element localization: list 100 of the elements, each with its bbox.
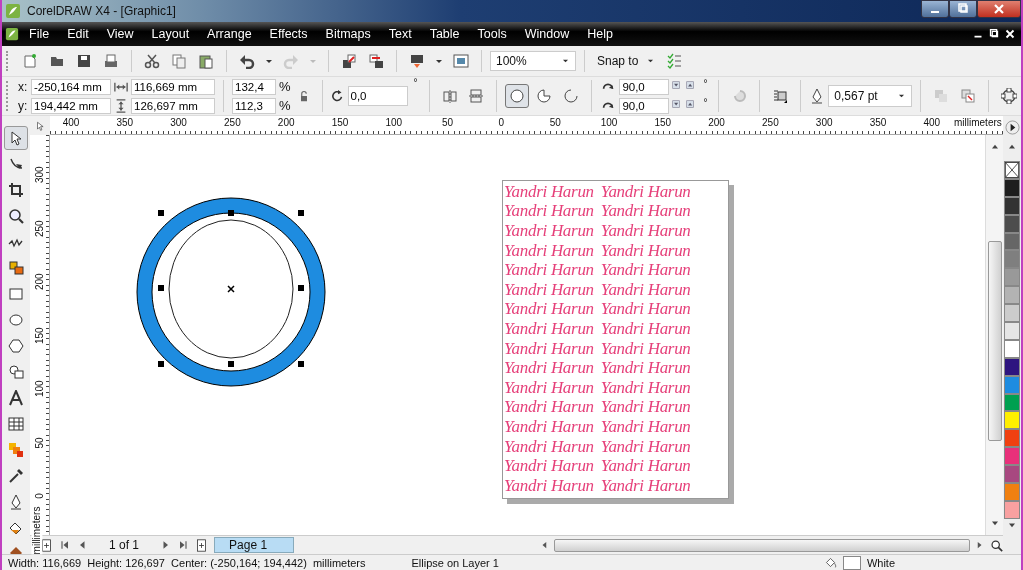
first-page-icon[interactable] xyxy=(59,539,71,551)
add-page-icon[interactable] xyxy=(195,538,209,552)
menu-item[interactable]: Help xyxy=(579,25,621,43)
close-button[interactable] xyxy=(977,0,1021,18)
ruler-label: 350 xyxy=(116,117,134,128)
pointer-icon[interactable] xyxy=(4,126,28,150)
selection-handle[interactable] xyxy=(228,210,234,216)
script-text: Yandri Harun xyxy=(504,358,594,379)
color-swatch[interactable] xyxy=(1004,286,1020,305)
selection-handle[interactable] xyxy=(298,285,304,291)
script-text: Yandri Harun xyxy=(600,318,691,339)
scale-x-field[interactable]: 132,4 xyxy=(232,78,276,95)
ruler-label: 300 xyxy=(815,117,833,128)
script-text: Yandri Harun xyxy=(504,436,594,457)
menu-item[interactable]: Arrange xyxy=(199,25,260,43)
minimize-button[interactable] xyxy=(921,0,949,18)
menu-item[interactable]: File xyxy=(21,25,58,43)
page-counter: 1 of 1 xyxy=(109,538,140,552)
flyout-icon[interactable] xyxy=(1004,120,1020,135)
ruler-label: 200 xyxy=(277,117,295,128)
selection-handle[interactable] xyxy=(158,210,164,216)
add-page-icon[interactable] xyxy=(40,538,53,552)
scroll-thumb[interactable] xyxy=(987,241,1002,441)
ruler-label: 0 xyxy=(33,492,45,501)
color-swatch[interactable] xyxy=(1004,411,1020,430)
color-swatch[interactable] xyxy=(1004,465,1020,484)
ruler-label: 400 xyxy=(62,117,80,128)
menu-item[interactable]: Window xyxy=(516,25,578,43)
script-text: Yandri Harun xyxy=(504,416,594,437)
maximize-button[interactable] xyxy=(949,0,977,18)
x-label: x: xyxy=(18,79,28,94)
selection-handle[interactable] xyxy=(158,361,164,367)
snap-to-dropdown[interactable]: Snap to xyxy=(593,52,660,70)
color-swatch[interactable] xyxy=(1004,322,1020,340)
ruler-label: 200 xyxy=(708,117,725,128)
page-tab[interactable]: Page 1 xyxy=(214,537,295,553)
width-field[interactable]: 116,669 mm xyxy=(131,78,215,95)
window-title: CorelDRAW X4 - [Graphic1] xyxy=(27,4,176,18)
script-text: Yandri Harun xyxy=(600,338,691,359)
menu-item[interactable]: Layout xyxy=(143,25,198,43)
start-angle-field[interactable]: 90,0 xyxy=(619,78,670,95)
zoom-level-dropdown[interactable]: 100% xyxy=(490,51,576,71)
script-text: Yandri Harun xyxy=(504,260,594,281)
scale-y-field[interactable]: 112,3 xyxy=(232,97,276,114)
script-text: Yandri Harun xyxy=(504,318,594,339)
rotate-icon xyxy=(330,89,345,103)
script-text: Yandri Harun xyxy=(600,416,691,437)
caret-icon[interactable] xyxy=(265,57,273,65)
x-position-field[interactable]: -250,164 mm xyxy=(31,78,111,95)
ellipse[interactable] xyxy=(168,219,294,359)
height-field[interactable]: 126,697 mm xyxy=(131,97,215,114)
last-page-icon[interactable] xyxy=(177,539,190,551)
ruler-label: 50 xyxy=(33,435,45,451)
vertical-scrollbar[interactable] xyxy=(985,135,1003,535)
y-position-field[interactable]: 194,442 mm xyxy=(31,97,111,114)
color-swatch[interactable] xyxy=(1004,447,1020,466)
color-swatch[interactable] xyxy=(1004,483,1020,501)
script-text: Yandri Harun xyxy=(600,456,691,477)
ring-drawing[interactable] xyxy=(136,197,326,387)
script-text: Yandri Harun xyxy=(600,240,691,261)
selection-handle[interactable] xyxy=(228,361,234,367)
menu-item[interactable]: View xyxy=(98,25,142,43)
script-text: Yandri Harun xyxy=(600,397,691,418)
menu-item[interactable]: Effects xyxy=(261,25,316,43)
ruler-label: 350 xyxy=(869,117,887,128)
close-icon[interactable] xyxy=(1003,27,1017,41)
no-color-swatch[interactable] xyxy=(1004,161,1020,179)
ruler-label: 0 xyxy=(498,117,505,128)
menu-item[interactable]: Tools xyxy=(469,25,515,43)
ruler-label: 150 xyxy=(33,327,45,344)
selection-handle[interactable] xyxy=(298,210,304,216)
selection-handle[interactable] xyxy=(298,361,304,367)
caret-icon[interactable] xyxy=(435,57,443,65)
fill-color-label: White xyxy=(866,556,895,569)
selection-handle[interactable] xyxy=(158,285,164,291)
script-text: Yandri Harun xyxy=(600,299,691,320)
color-swatch[interactable] xyxy=(1004,429,1020,448)
rotation-field[interactable]: 0,0 xyxy=(347,86,408,106)
menu-item[interactable]: Table xyxy=(421,25,468,43)
ruler-label: 250 xyxy=(33,220,45,237)
menu-item[interactable]: Edit xyxy=(59,25,97,43)
color-swatch[interactable] xyxy=(1004,268,1020,287)
caret-icon[interactable] xyxy=(561,58,570,64)
menu-item[interactable]: Text xyxy=(380,25,420,43)
ruler-origin-icon[interactable] xyxy=(35,120,45,131)
degree-label: ° xyxy=(703,96,708,108)
ruler-label: 50 xyxy=(442,117,454,128)
color-swatch[interactable] xyxy=(1004,250,1020,269)
color-swatch[interactable] xyxy=(1004,304,1020,322)
script-text: Yandri Harun xyxy=(504,338,594,359)
zoom-icon[interactable] xyxy=(990,538,1003,552)
menu-item[interactable]: Bitmaps xyxy=(317,25,379,43)
script-text: Yandri Harun xyxy=(504,299,594,320)
ruler-label: 150 xyxy=(654,117,672,128)
outline-width-dropdown[interactable]: 0,567 pt xyxy=(828,85,913,107)
end-angle-field[interactable]: 90,0 xyxy=(619,97,670,114)
ruler-label: 50 xyxy=(549,117,561,128)
fill-icon xyxy=(823,556,837,569)
script-text: Yandri Harun xyxy=(504,201,594,222)
script-text: Yandri Harun xyxy=(600,260,691,281)
